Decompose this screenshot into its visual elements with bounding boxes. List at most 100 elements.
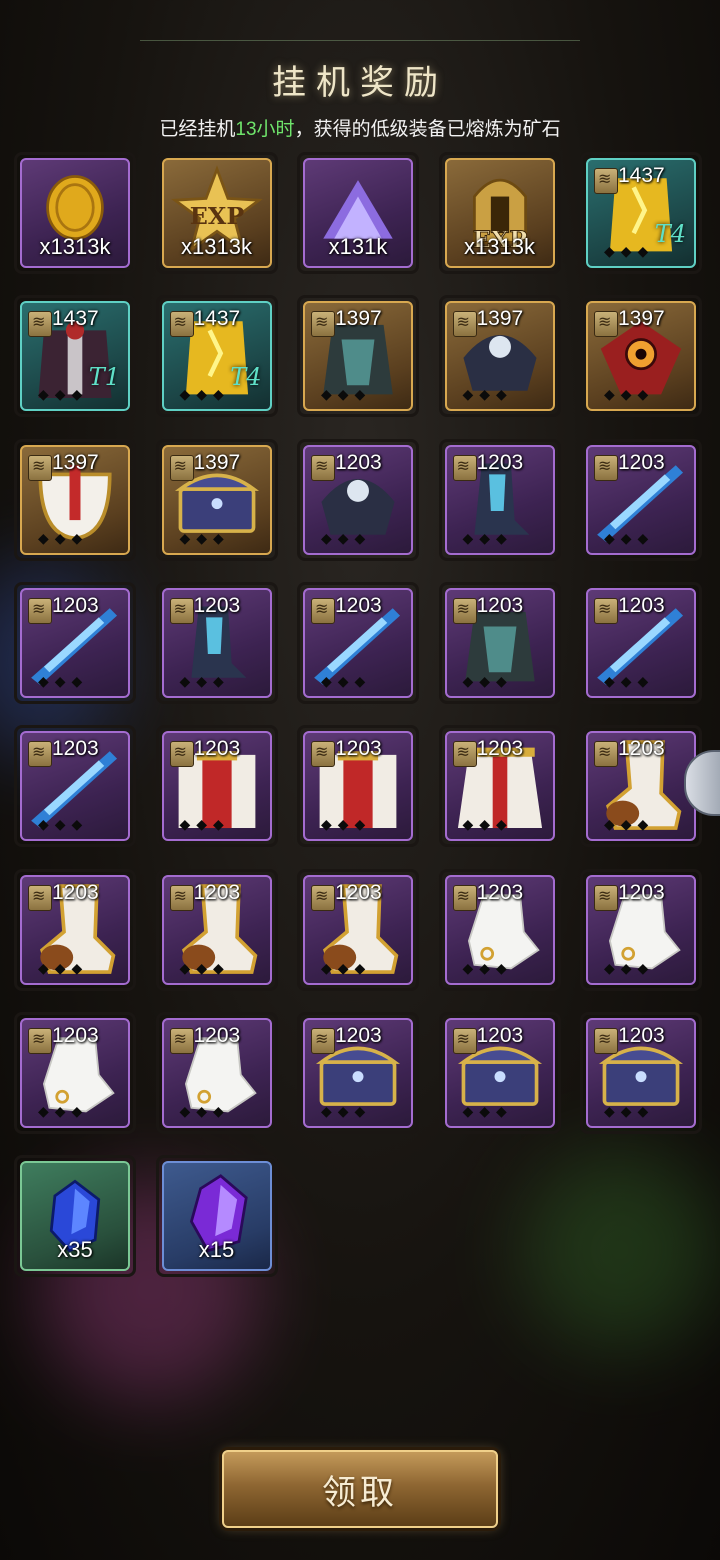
star-slots-icon: ◆◆◆ (321, 386, 372, 403)
star-slots-icon: ◆◆◆ (462, 386, 513, 403)
reward-slot-gear-holy-robe[interactable]: 1203 ◆◆◆ (155, 725, 278, 848)
item-level: 1203 (618, 1023, 665, 1047)
star-slots-icon: ◆◆◆ (38, 529, 89, 546)
star-slots-icon: ◆◆◆ (179, 529, 230, 546)
star-slots-icon: ◆◆◆ (321, 672, 372, 689)
slot-frame: 1203 ◆◆◆ (161, 874, 272, 985)
item-count: x15 (198, 1237, 235, 1263)
slot-frame: EXP x1313k (444, 158, 555, 268)
rank-insignia-icon (594, 311, 618, 338)
item-level: 1203 (476, 450, 524, 474)
tier-badge: T4 (654, 220, 686, 248)
rank-insignia-icon (452, 454, 477, 481)
slot-frame: 1397 ◆◆◆ (303, 301, 413, 412)
reward-slot-purple-ore[interactable]: x15 (155, 1155, 278, 1278)
rank-insignia-icon (28, 454, 52, 481)
item-level: 1203 (335, 737, 382, 761)
claim-button[interactable]: 领取 (222, 1450, 498, 1528)
reward-slot-gear-chest[interactable]: 1203 ◆◆◆ (438, 1011, 561, 1134)
reward-slot-gear-holy-skirt[interactable]: 1203 ◆◆◆ (438, 725, 561, 848)
reward-slot-gear-cape-gold[interactable]: 1437 ◆◆◆T4 (580, 152, 702, 274)
reward-slot-gear-white-boots[interactable]: 1203 ◆◆◆ (155, 868, 278, 991)
rank-insignia-icon (28, 311, 52, 338)
reward-slot-gear-chest[interactable]: 1397 ◆◆◆ (155, 438, 278, 561)
reward-slot-gear-dark-shoulder[interactable]: 1203 ◆◆◆ (297, 438, 419, 561)
slot-frame: 1397 ◆◆◆ (444, 301, 555, 412)
rank-insignia-icon (452, 741, 477, 768)
item-level: 1397 (618, 307, 665, 331)
item-level: 1203 (52, 880, 99, 904)
rank-insignia-icon (28, 884, 52, 911)
reward-slot-gear-blue-sword[interactable]: 1203 ◆◆◆ (580, 438, 702, 561)
reward-slot-gear-white-glove[interactable]: 1203 ◆◆◆ (155, 1011, 278, 1134)
page-title: 挂机奖励 (272, 63, 448, 103)
item-level: 1203 (335, 1023, 382, 1047)
reward-slot-gear-blue-sword[interactable]: 1203 ◆◆◆ (297, 581, 419, 704)
star-slots-icon: ◆◆◆ (321, 816, 372, 833)
star-slots-icon: ◆◆◆ (462, 959, 513, 976)
reward-slot-gear-white-glove[interactable]: 1203 ◆◆◆ (580, 868, 702, 991)
reward-slot-gear-dark-armor[interactable]: 1397 ◆◆◆ (297, 295, 419, 418)
reward-slot-gear-chest[interactable]: 1203 ◆◆◆ (580, 1011, 702, 1134)
reward-slot-gear-chest[interactable]: 1203 ◆◆◆ (297, 1011, 419, 1134)
reward-slot-gear-blue-sword[interactable]: 1203 ◆◆◆ (14, 581, 136, 704)
item-level: 1203 (476, 593, 524, 617)
reward-slot-gear-dark-boots[interactable]: 1203 ◆◆◆ (155, 581, 278, 704)
reward-slot-gear-white-glove[interactable]: 1203 ◆◆◆ (14, 1011, 136, 1134)
subtitle-suffix: ，获得的低级装备已熔炼为矿石 (294, 119, 561, 140)
slot-frame: x131k (303, 158, 413, 268)
slot-frame: 1203 ◆◆◆ (586, 1017, 696, 1128)
star-slots-icon: ◆◆◆ (604, 672, 655, 689)
slot-frame: x1313k (20, 158, 130, 268)
rank-insignia-icon (594, 168, 618, 194)
reward-slot-purple-dust[interactable]: x131k (297, 152, 419, 274)
rank-insignia-icon (28, 1027, 52, 1054)
slot-frame: 1203 ◆◆◆ (586, 874, 696, 985)
slot-frame: 1203 ◆◆◆ (161, 731, 272, 842)
rank-insignia-icon (28, 597, 52, 624)
rank-insignia-icon (311, 884, 335, 911)
reward-slot-gear-cape-gold[interactable]: 1437 ◆◆◆T4 (155, 295, 278, 418)
star-slots-icon: ◆◆◆ (179, 672, 230, 689)
rank-insignia-icon (169, 1027, 194, 1054)
item-level: 1397 (335, 307, 382, 331)
reward-slot-gold-coin[interactable]: x1313k (14, 152, 136, 274)
star-slots-icon: ◆◆◆ (38, 816, 89, 833)
subtitle-prefix: 已经挂机 (159, 119, 236, 140)
slot-frame: 1203 ◆◆◆ (20, 587, 130, 698)
item-level: 1203 (193, 880, 241, 904)
item-level: 1203 (476, 737, 524, 761)
item-level: 1397 (476, 307, 524, 331)
star-slots-icon: ◆◆◆ (604, 243, 655, 259)
reward-slot-gear-white-boots[interactable]: 1203 ◆◆◆ (297, 868, 419, 991)
item-level: 1203 (335, 450, 382, 474)
slot-frame: 1203 ◆◆◆ (303, 444, 413, 555)
reward-slot-gear-dark-boots[interactable]: 1203 ◆◆◆ (438, 438, 561, 561)
reward-slot-gear-dark-shoulder[interactable]: 1397 ◆◆◆ (438, 295, 561, 418)
slot-frame: 1203 ◆◆◆ (586, 731, 696, 842)
reward-slot-gear-blue-sword[interactable]: 1203 ◆◆◆ (580, 581, 702, 704)
reward-slot-gear-robe-red[interactable]: 1437 ◆◆◆T1 (14, 295, 136, 418)
item-level: 1203 (476, 1023, 524, 1047)
reward-slot-gear-holy-robe[interactable]: 1203 ◆◆◆ (297, 725, 419, 848)
slot-frame: 1203 ◆◆◆ (444, 587, 555, 698)
reward-slot-gear-white-pauldron[interactable]: 1397 ◆◆◆ (14, 438, 136, 561)
reward-slot-gear-white-glove[interactable]: 1203 ◆◆◆ (438, 868, 561, 991)
reward-slot-exp-helmet[interactable]: EXP x1313k (438, 152, 561, 274)
reward-slot-gear-red-eye[interactable]: 1397 ◆◆◆ (580, 295, 702, 418)
item-level: 1203 (193, 1023, 241, 1047)
slot-frame: x35 (20, 1161, 130, 1272)
star-slots-icon: ◆◆◆ (462, 672, 513, 689)
reward-slot-gear-white-boots[interactable]: 1203 ◆◆◆ (14, 868, 136, 991)
star-slots-icon: ◆◆◆ (321, 959, 372, 976)
star-slots-icon: ◆◆◆ (179, 959, 230, 976)
reward-slot-blue-ore[interactable]: x35 (14, 1155, 136, 1278)
reward-slot-exp-star[interactable]: EXP x1313k (155, 152, 278, 274)
star-slots-icon: ◆◆◆ (604, 529, 655, 546)
slot-frame: 1203 ◆◆◆ (444, 444, 555, 555)
reward-slot-gear-dark-armor[interactable]: 1203 ◆◆◆ (438, 581, 561, 704)
slot-frame: 1203 ◆◆◆ (444, 731, 555, 842)
item-level: 1397 (52, 450, 99, 474)
item-level: 1437 (618, 164, 665, 187)
reward-slot-gear-blue-sword[interactable]: 1203 ◆◆◆ (14, 725, 136, 848)
